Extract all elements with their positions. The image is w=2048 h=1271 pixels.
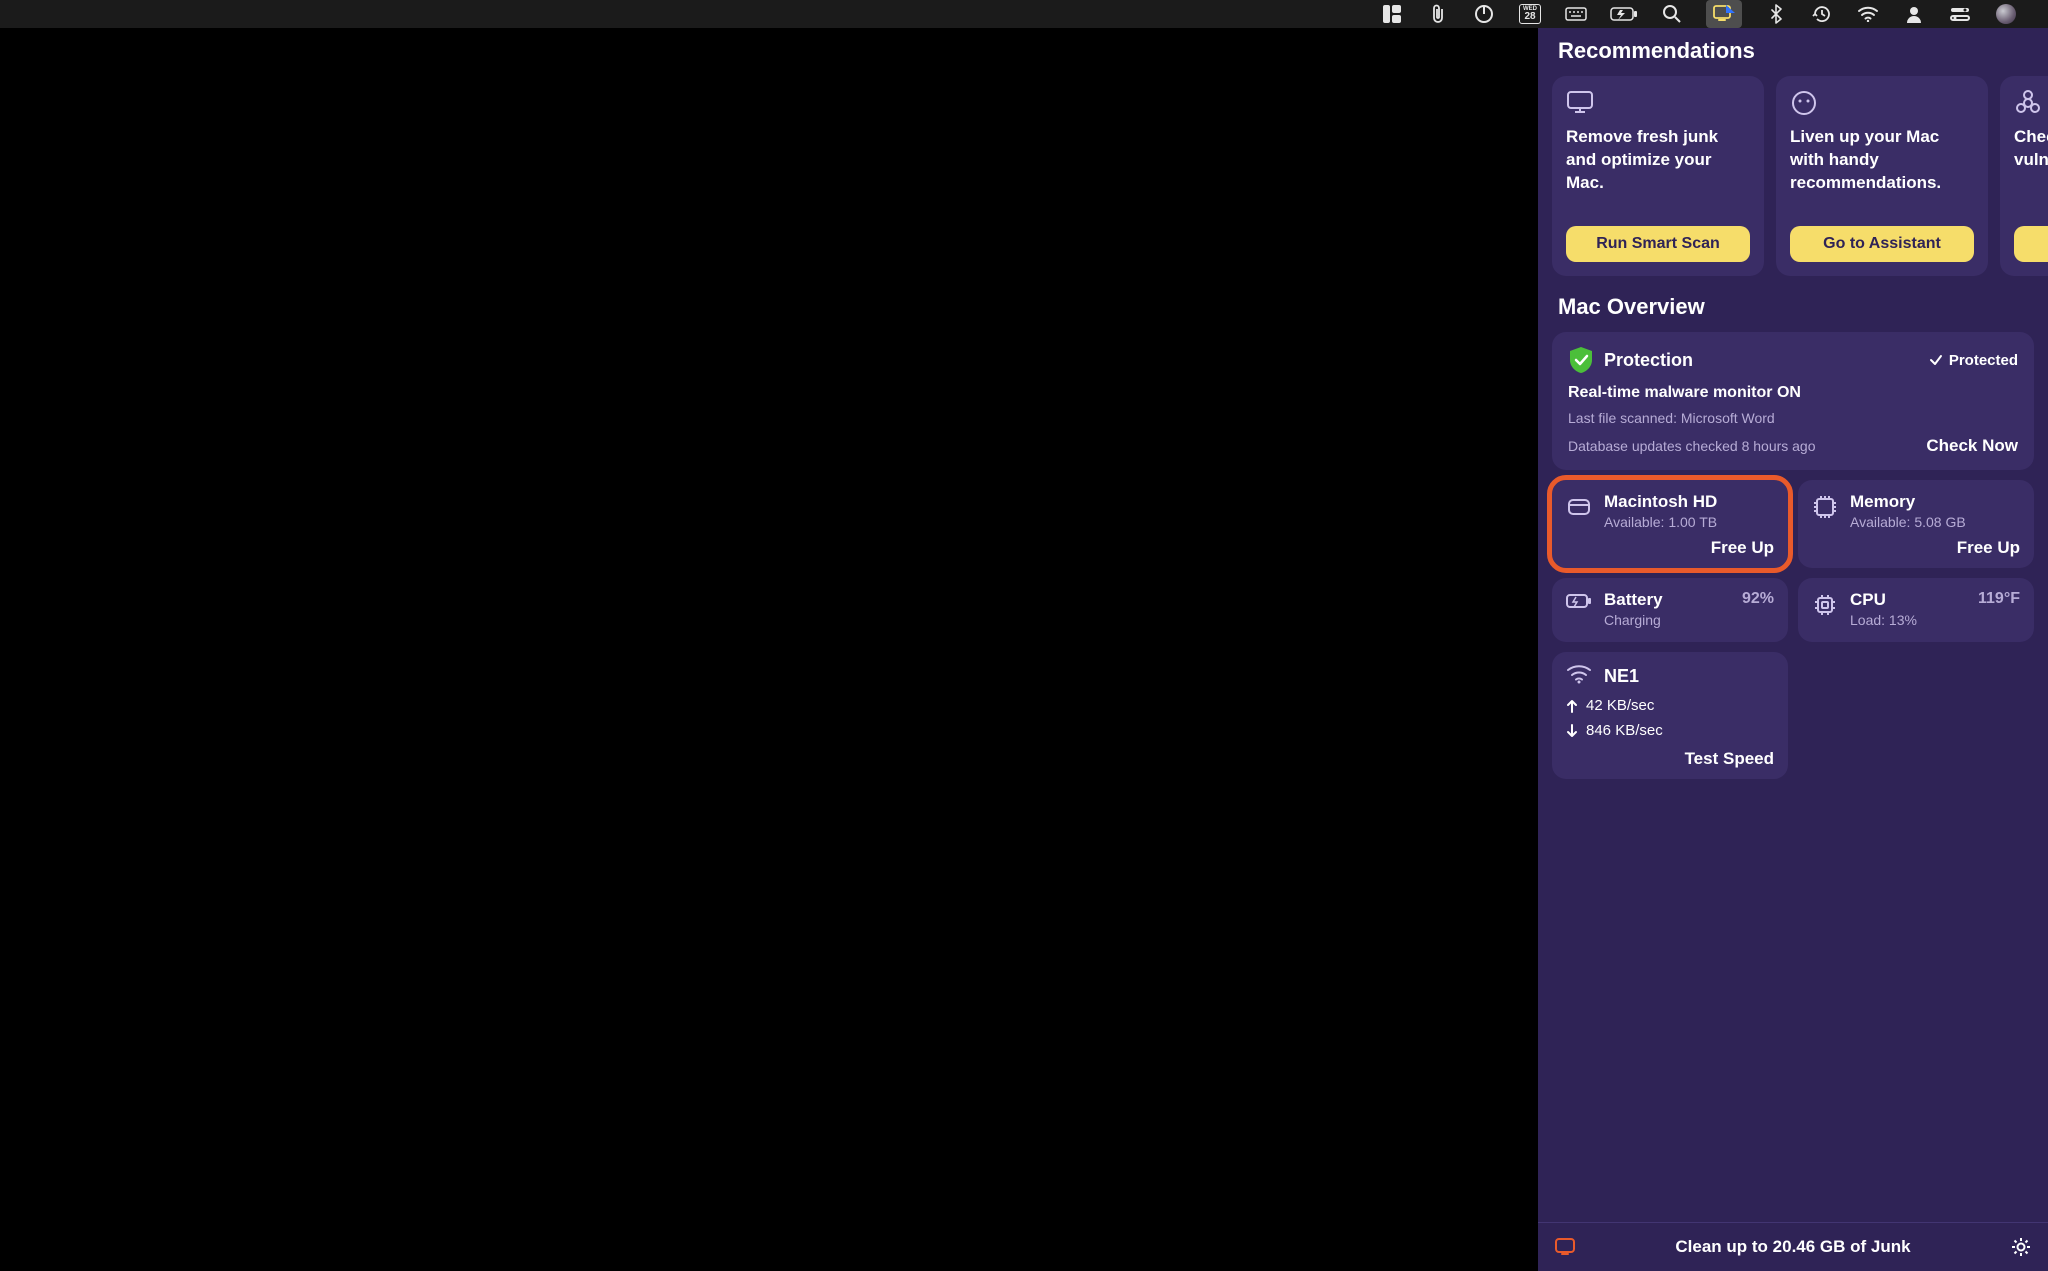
- siri-icon[interactable]: [1994, 0, 2018, 28]
- power-icon[interactable]: [1472, 0, 1496, 28]
- control-center-icon[interactable]: [1948, 0, 1972, 28]
- keyboard-icon[interactable]: [1564, 0, 1588, 28]
- app-icon: [1554, 1237, 1580, 1257]
- protection-monitor-line: Real-time malware monitor ON: [1568, 384, 2018, 402]
- overview-title: Mac Overview: [1538, 294, 2048, 332]
- test-speed-button[interactable]: Test Speed: [1566, 749, 1774, 769]
- memory-available: Available: 5.08 GB: [1850, 514, 1966, 530]
- footer-text: Clean up to 20.46 GB of Junk: [1675, 1237, 1910, 1257]
- network-tile[interactable]: NE1 42 KB/sec 846 KB/sec Test Speed: [1552, 652, 1788, 779]
- protection-status: Protected: [1929, 352, 2018, 369]
- scan-vuln-button[interactable]: Scan: [2014, 226, 2048, 262]
- recommendation-text: Remove fresh junk and optimize your Mac.: [1566, 126, 1750, 195]
- battery-metric: 92%: [1742, 590, 1774, 608]
- cleanmymac-icon[interactable]: [1706, 0, 1742, 28]
- network-download-value: 846 KB/sec: [1586, 722, 1663, 739]
- recommendation-text: Liven up your Mac with handy recommendat…: [1790, 126, 1974, 195]
- recommendations-title: Recommendations: [1538, 38, 2048, 76]
- face-icon: [1790, 90, 1818, 116]
- disk-free-up-button[interactable]: Free Up: [1566, 538, 1774, 558]
- check-now-button[interactable]: Check Now: [1926, 436, 2018, 456]
- monitor-icon: [1566, 90, 1594, 116]
- cpu-sub: Load: 13%: [1850, 612, 1917, 628]
- battery-sub: Charging: [1604, 612, 1663, 628]
- memory-free-up-button[interactable]: Free Up: [1812, 538, 2020, 558]
- arrow-up-icon: [1566, 699, 1578, 713]
- cleanmymac-panel: Recommendations Remove fresh junk and op…: [1538, 28, 2048, 1271]
- macos-menubar: WED 28: [0, 0, 2048, 28]
- cpu-metric: 119°F: [1978, 590, 2020, 608]
- disk-available: Available: 1.00 TB: [1604, 514, 1717, 530]
- attachment-icon[interactable]: [1426, 0, 1450, 28]
- panel-footer[interactable]: Clean up to 20.46 GB of Junk: [1538, 1222, 2048, 1271]
- network-upload-value: 42 KB/sec: [1586, 697, 1654, 714]
- protection-status-text: Protected: [1949, 352, 2018, 369]
- protection-db-updates: Database updates checked 8 hours ago: [1568, 438, 1816, 454]
- recommendation-card-junk: Remove fresh junk and optimize your Mac.…: [1552, 76, 1764, 276]
- wifi-icon[interactable]: [1856, 0, 1880, 28]
- recommendations-row: Remove fresh junk and optimize your Mac.…: [1538, 76, 2048, 276]
- battery-tile-icon: [1566, 592, 1592, 618]
- arrow-down-icon: [1566, 724, 1578, 738]
- battery-tile[interactable]: Battery Charging 92%: [1552, 578, 1788, 642]
- run-smart-scan-button[interactable]: Run Smart Scan: [1566, 226, 1750, 262]
- cpu-title: CPU: [1850, 590, 1917, 610]
- protection-card: Protection Protected Real-time malware m…: [1552, 332, 2034, 470]
- network-download: 846 KB/sec: [1566, 722, 1774, 739]
- go-to-assistant-button[interactable]: Go to Assistant: [1790, 226, 1974, 262]
- battery-title: Battery: [1604, 590, 1663, 610]
- spotlight-icon[interactable]: [1660, 0, 1684, 28]
- dashboard-icon[interactable]: [1380, 0, 1404, 28]
- settings-icon[interactable]: [2010, 1236, 2032, 1258]
- cpu-tile[interactable]: CPU Load: 13% 119°F: [1798, 578, 2034, 642]
- network-name: NE1: [1604, 666, 1639, 687]
- memory-icon: [1812, 494, 1838, 520]
- calendar-dom: 28: [1520, 12, 1540, 22]
- recommendation-card-assistant: Liven up your Mac with handy recommendat…: [1776, 76, 1988, 276]
- recommendation-text: Check your Mac for vulnerabilities.: [2014, 126, 2048, 172]
- biohazard-icon: [2014, 90, 2042, 116]
- disk-icon: [1566, 494, 1592, 520]
- memory-title: Memory: [1850, 492, 1966, 512]
- shield-icon: [1568, 346, 1594, 374]
- protection-label: Protection: [1604, 350, 1693, 371]
- timemachine-icon[interactable]: [1810, 0, 1834, 28]
- user-icon[interactable]: [1902, 0, 1926, 28]
- disk-title: Macintosh HD: [1604, 492, 1717, 512]
- memory-tile[interactable]: Memory Available: 5.08 GB Free Up: [1798, 480, 2034, 568]
- check-icon: [1929, 353, 1943, 367]
- disk-tile[interactable]: Macintosh HD Available: 1.00 TB Free Up: [1552, 480, 1788, 568]
- protection-last-scanned: Last file scanned: Microsoft Word: [1568, 410, 2018, 426]
- network-upload: 42 KB/sec: [1566, 697, 1774, 714]
- cpu-icon: [1812, 592, 1838, 618]
- recommendation-card-vuln: Check your Mac for vulnerabilities. Scan: [2000, 76, 2048, 276]
- battery-icon[interactable]: [1610, 0, 1638, 28]
- calendar-icon[interactable]: WED 28: [1518, 0, 1542, 28]
- network-wifi-icon: [1566, 664, 1592, 689]
- bluetooth-icon[interactable]: [1764, 0, 1788, 28]
